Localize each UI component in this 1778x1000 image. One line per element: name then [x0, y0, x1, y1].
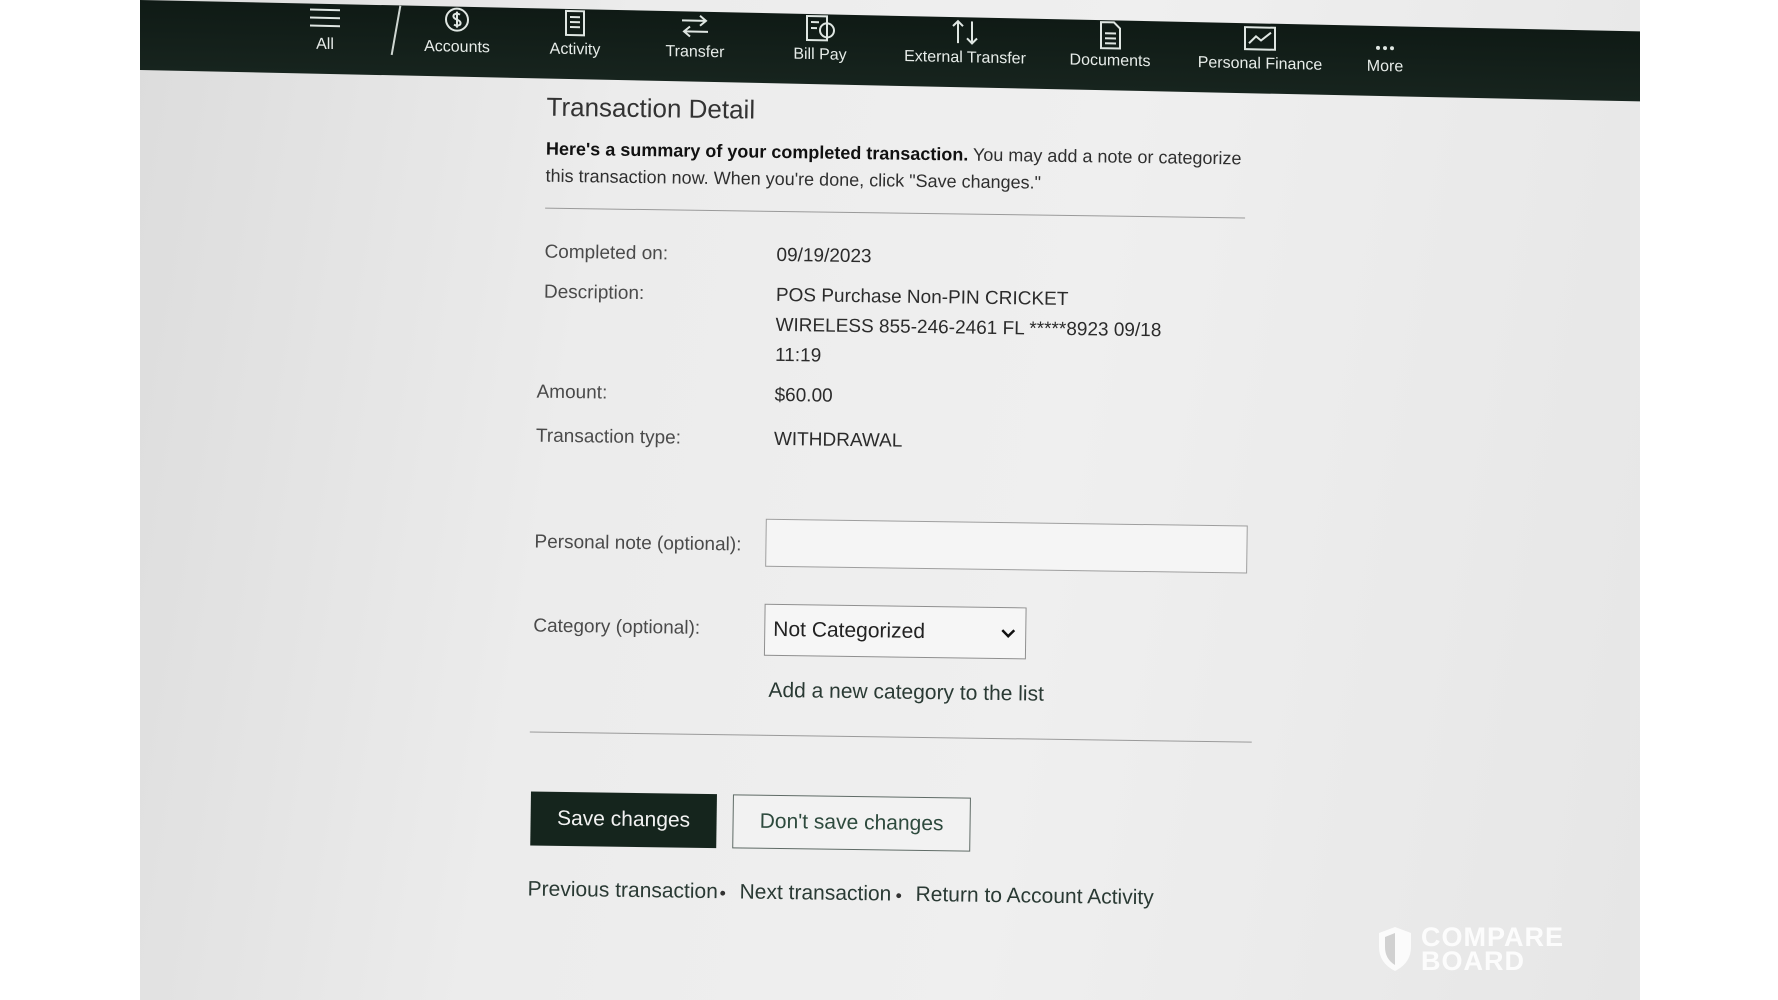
category-select[interactable]: Not Categorized [763, 603, 1027, 660]
link-separator: • [895, 885, 903, 906]
category-selected-value: Not Categorized [773, 617, 926, 644]
amount-value: $60.00 [774, 384, 833, 407]
divider-top [545, 207, 1246, 219]
intro-bold: Here's a summary of your completed trans… [545, 138, 969, 165]
previous-transaction-link[interactable]: Previous transaction [527, 877, 718, 904]
transaction-type-value: WITHDRAWAL [773, 428, 903, 452]
personal-note-input[interactable] [765, 518, 1248, 574]
amount-label: Amount: [536, 381, 608, 404]
return-to-activity-link[interactable]: Return to Account Activity [915, 883, 1153, 910]
watermark: COMPARE BOARD [1375, 922, 1565, 976]
note-label: Personal note (optional): [534, 531, 742, 556]
description-value: POS Purchase Non-PIN CRICKET WIRELESS 85… [775, 281, 1162, 376]
completed-value: 09/19/2023 [776, 244, 872, 268]
screen: All Accounts Activity Transfer Bill Pay [140, 0, 1640, 1000]
description-line: WIRELESS 855-246-2461 FL *****8923 09/18 [775, 314, 1162, 342]
shield-icon [1379, 927, 1411, 971]
description-line: 11:19 [774, 344, 822, 367]
save-changes-button[interactable]: Save changes [530, 791, 717, 849]
dont-save-changes-button[interactable]: Don't save changes [732, 794, 971, 852]
completed-label: Completed on: [544, 241, 669, 265]
description-label: Description: [543, 281, 645, 305]
link-separator: • [719, 883, 727, 904]
transaction-detail-panel: Transaction Detail Here's a summary of y… [140, 0, 1640, 1000]
intro-text: Here's a summary of your completed trans… [545, 136, 1246, 200]
transaction-type-label: Transaction type: [535, 425, 682, 449]
add-category-link[interactable]: Add a new category to the list [768, 679, 1044, 707]
chevron-down-icon [1001, 629, 1016, 638]
next-transaction-link[interactable]: Next transaction [739, 880, 891, 906]
divider-bottom [529, 731, 1252, 743]
watermark-text: COMPARE BOARD [1421, 922, 1565, 976]
category-label: Category (optional): [533, 615, 701, 639]
page-title: Transaction Detail [546, 91, 756, 125]
